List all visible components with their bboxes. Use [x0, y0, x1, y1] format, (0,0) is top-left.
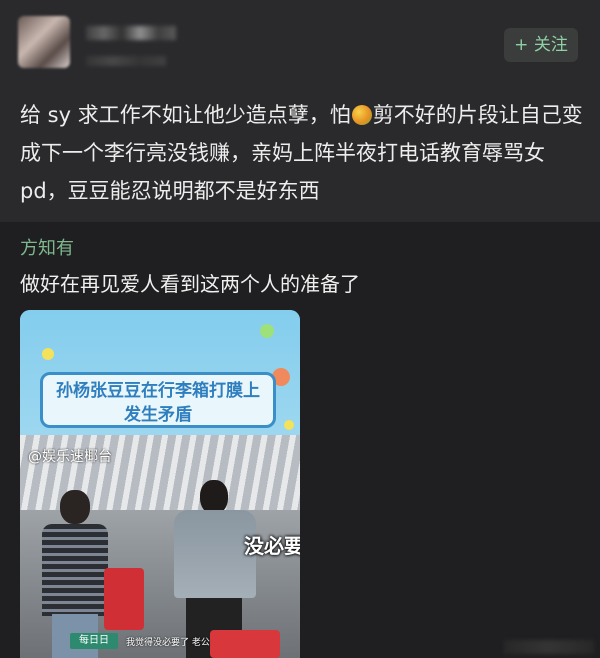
banner-line-2: 发生矛盾: [124, 405, 192, 425]
red-suitcase: [210, 630, 280, 658]
bubble-decoration: [284, 420, 294, 430]
red-suitcase: [104, 568, 144, 630]
bubble-decoration: [42, 348, 54, 360]
video-watermark: @娱乐速椰台: [28, 449, 112, 465]
comment-text: 做好在再见爱人看到这两个人的准备了: [20, 272, 360, 296]
username-blurred[interactable]: [86, 26, 176, 40]
corner-watermark-blurred: [504, 640, 594, 654]
post-text-part1: 给 sy 求工作不如让他少造点孽，怕: [20, 103, 351, 127]
post-meta-blurred: [86, 56, 166, 66]
video-thumbnail[interactable]: 孙杨张豆豆在行李箱打膜上 发生矛盾 @娱乐速椰台 没必要 每日日 我觉得没必要了…: [20, 310, 300, 658]
video-tag: 每日日: [70, 633, 118, 649]
video-subtitle-large: 没必要: [244, 534, 300, 558]
banner-line-1: 孙杨张豆豆在行李箱打膜上: [56, 381, 260, 401]
post-text: 给 sy 求工作不如让他少造点孽，怕 剪不好的片段让自己变成下一个李行亮没钱赚，亲…: [20, 96, 590, 210]
video-caption: 我觉得没必要了 老公: [126, 638, 210, 648]
bubble-decoration: [260, 324, 274, 338]
avatar[interactable]: [18, 16, 70, 68]
follow-button[interactable]: + 关注: [504, 28, 578, 62]
mango-icon: [351, 105, 372, 125]
post-card: + 关注 给 sy 求工作不如让他少造点孽，怕 剪不好的片段让自己变成下一个李行亮…: [0, 0, 600, 222]
comment-author[interactable]: 方知有: [20, 234, 74, 260]
video-title-banner: 孙杨张豆豆在行李箱打膜上 发生矛盾: [40, 372, 276, 428]
